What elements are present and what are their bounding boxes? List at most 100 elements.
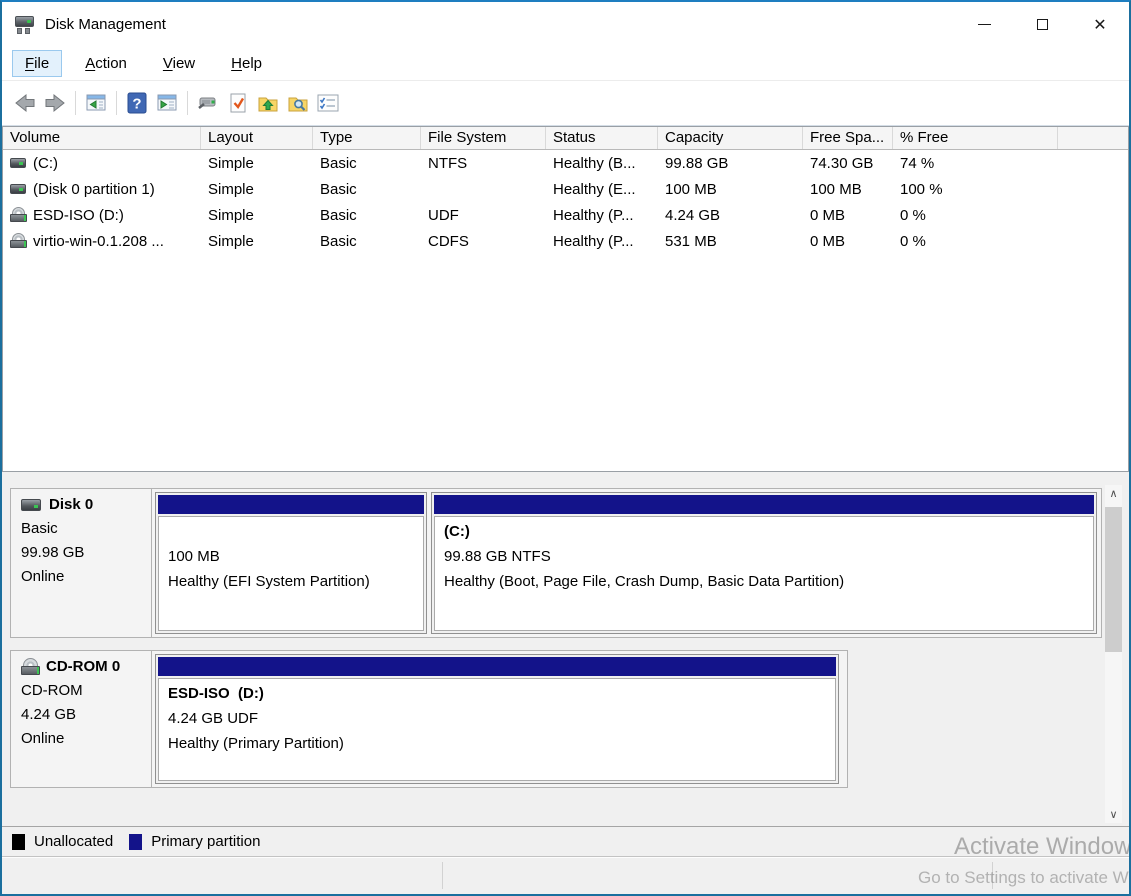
show-console-tree-button[interactable]	[81, 88, 111, 118]
folder-search-icon	[286, 92, 310, 114]
disk-status: Online	[21, 727, 147, 751]
volume-cell: 100 MB	[803, 181, 893, 198]
partition-status: Healthy (Boot, Page File, Crash Dump, Ba…	[444, 569, 1084, 594]
show-console-tree-icon	[84, 92, 108, 114]
volume-cell: 0 MB	[803, 233, 893, 250]
partition-size: 100 MB	[168, 544, 414, 569]
folder-search-button[interactable]	[283, 88, 313, 118]
hdd-icon	[10, 184, 26, 194]
folder-up-button[interactable]	[253, 88, 283, 118]
scroll-down-button[interactable]: ∨	[1105, 806, 1122, 823]
disk-label[interactable]: Disk 0Basic99.98 GBOnline	[11, 489, 152, 637]
cell-text: ESD-ISO (D:)	[33, 207, 124, 224]
partition-size: 4.24 GB UDF	[168, 706, 826, 731]
cell-text: 0 MB	[810, 207, 845, 224]
forward-button[interactable]	[40, 88, 70, 118]
cd-icon	[10, 234, 26, 248]
partition[interactable]: ESD-ISO (D:)4.24 GB UDFHealthy (Primary …	[155, 654, 839, 784]
menu-bar: File Action View Help	[2, 46, 1129, 80]
properties-list-button[interactable]	[313, 88, 343, 118]
volume-list-body: (C:)SimpleBasicNTFSHealthy (B...99.88 GB…	[3, 150, 1128, 471]
close-icon: ✕	[1093, 15, 1106, 34]
disk-name-text: CD-ROM 0	[46, 658, 120, 675]
partition-info: 100 MBHealthy (EFI System Partition)	[158, 516, 424, 631]
menu-item-action[interactable]: Action	[72, 50, 140, 77]
volume-cell: CDFS	[421, 233, 546, 250]
toolbar-separator	[116, 91, 117, 115]
column-header-capacity[interactable]: Capacity	[658, 127, 803, 149]
show-action-pane-button[interactable]	[152, 88, 182, 118]
vertical-scrollbar[interactable]: ∧ ∨	[1105, 485, 1122, 823]
cell-text: 0 %	[900, 207, 926, 224]
cell-text: CDFS	[428, 233, 469, 250]
partitions: 100 MBHealthy (EFI System Partition)(C:)…	[152, 489, 1101, 637]
hdd-icon	[21, 499, 41, 511]
volume-cell: 4.24 GB	[658, 207, 803, 224]
partition-status: Healthy (Primary Partition)	[168, 731, 826, 756]
cell-text: Basic	[320, 155, 357, 172]
legend-swatch	[129, 834, 142, 850]
cell-text: 99.88 GB	[665, 155, 728, 172]
help-button[interactable]: ?	[122, 88, 152, 118]
column-header-file-system[interactable]: File System	[421, 127, 546, 149]
toolbar-separator	[187, 91, 188, 115]
column-header-volume[interactable]: Volume	[3, 127, 201, 149]
menu-item-help[interactable]: Help	[218, 50, 275, 77]
cell-text: UDF	[428, 207, 459, 224]
disk-device-button[interactable]	[193, 88, 223, 118]
partitions: ESD-ISO (D:)4.24 GB UDFHealthy (Primary …	[152, 651, 847, 787]
volume-cell: Basic	[313, 155, 421, 172]
volume-cell: 0 %	[893, 233, 1058, 250]
cell-text: virtio-win-0.1.208 ...	[33, 233, 164, 250]
volume-cell: (Disk 0 partition 1)	[3, 181, 201, 198]
volume-cell: 0 %	[893, 207, 1058, 224]
pane-splitter[interactable]	[2, 472, 1129, 482]
menu-item-file[interactable]: File	[12, 50, 62, 77]
partition-color-bar	[434, 495, 1094, 514]
cell-text: 74 %	[900, 155, 934, 172]
disk-name: Disk 0	[21, 496, 147, 513]
disk-row-disk-0: Disk 0Basic99.98 GBOnline100 MBHealthy (…	[10, 488, 1102, 638]
partition[interactable]: 100 MBHealthy (EFI System Partition)	[155, 492, 427, 634]
partition[interactable]: (C:)99.88 GB NTFSHealthy (Boot, Page Fil…	[431, 492, 1097, 634]
cell-text: NTFS	[428, 155, 467, 172]
cell-text: Simple	[208, 155, 254, 172]
legend-bar: UnallocatedPrimary partition	[2, 826, 1129, 856]
check-document-icon	[226, 92, 250, 114]
volume-row[interactable]: (Disk 0 partition 1)SimpleBasicHealthy (…	[3, 176, 1128, 202]
cd-icon	[21, 659, 39, 675]
scroll-up-button[interactable]: ∧	[1105, 485, 1122, 502]
volume-cell: 99.88 GB	[658, 155, 803, 172]
status-bar	[2, 856, 1129, 894]
column-header-free-spa-[interactable]: Free Spa...	[803, 127, 893, 149]
scrollbar-thumb[interactable]	[1105, 507, 1122, 652]
partition-color-bar	[158, 495, 424, 514]
volume-row[interactable]: virtio-win-0.1.208 ...SimpleBasicCDFSHea…	[3, 228, 1128, 254]
check-document-button[interactable]	[223, 88, 253, 118]
cell-text: Healthy (P...	[553, 233, 634, 250]
column-header-status[interactable]: Status	[546, 127, 658, 149]
menu-item-view[interactable]: View	[150, 50, 208, 77]
column-header-layout[interactable]: Layout	[201, 127, 313, 149]
volume-cell: Healthy (B...	[546, 155, 658, 172]
back-button[interactable]	[10, 88, 40, 118]
toolbar: ?	[2, 80, 1129, 126]
partition-size: 99.88 GB NTFS	[444, 544, 1084, 569]
cell-text: 531 MB	[665, 233, 717, 250]
volume-cell: ESD-ISO (D:)	[3, 207, 201, 224]
volume-row[interactable]: (C:)SimpleBasicNTFSHealthy (B...99.88 GB…	[3, 150, 1128, 176]
disk-label[interactable]: CD-ROM 0CD-ROM4.24 GBOnline	[11, 651, 152, 787]
maximize-button[interactable]	[1013, 2, 1071, 46]
volume-cell: Basic	[313, 233, 421, 250]
cell-text: 4.24 GB	[665, 207, 720, 224]
legend-label: Primary partition	[151, 833, 260, 850]
close-button[interactable]: ✕	[1071, 2, 1129, 46]
volume-row[interactable]: ESD-ISO (D:)SimpleBasicUDFHealthy (P...4…	[3, 202, 1128, 228]
column-header--free[interactable]: % Free	[893, 127, 1058, 149]
volume-cell: 531 MB	[658, 233, 803, 250]
partition-name: ESD-ISO (D:)	[168, 681, 826, 706]
column-header-filler	[1058, 127, 1128, 149]
minimize-icon	[978, 24, 991, 25]
minimize-button[interactable]	[955, 2, 1013, 46]
column-header-type[interactable]: Type	[313, 127, 421, 149]
